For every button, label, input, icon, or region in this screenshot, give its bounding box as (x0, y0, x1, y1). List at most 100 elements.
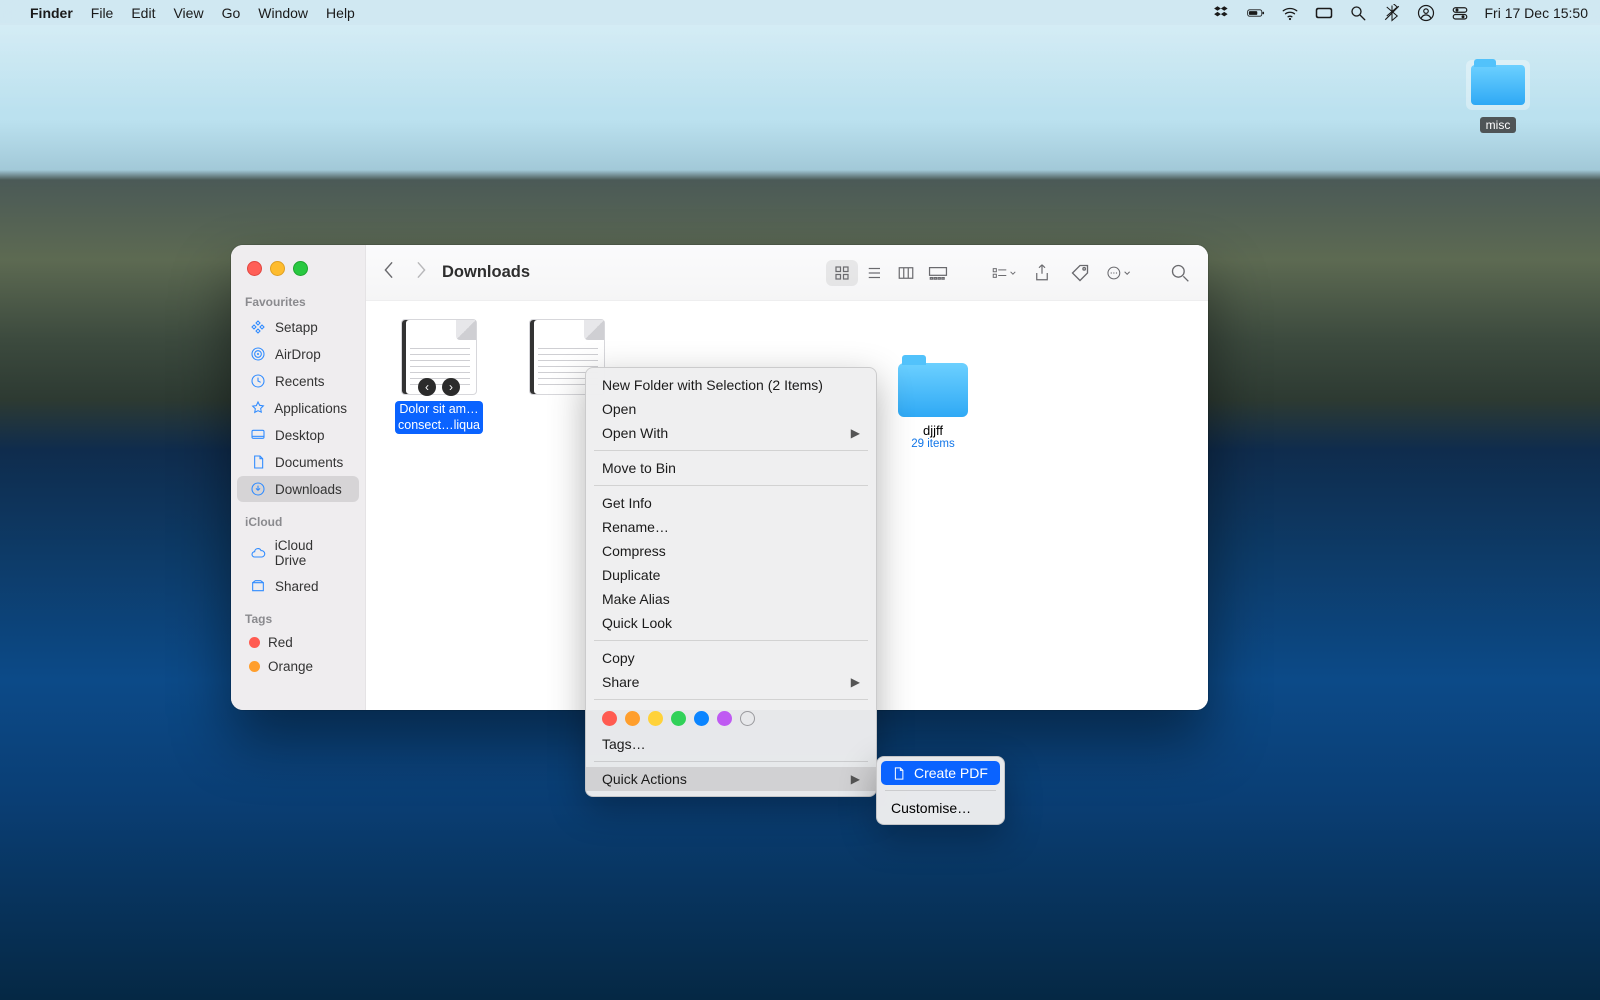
separator (594, 640, 868, 641)
qa-customise[interactable]: Customise… (881, 796, 1000, 820)
share-button[interactable] (1030, 261, 1054, 285)
menubar-clock[interactable]: Fri 17 Dec 15:50 (1485, 5, 1589, 21)
sidebar-item-icloud-drive[interactable]: iCloud Drive (237, 534, 359, 572)
sidebar-item-label: Desktop (275, 428, 325, 443)
separator (885, 790, 996, 791)
sidebar-item-label: Applications (274, 401, 347, 416)
ctx-rename[interactable]: Rename… (586, 515, 876, 539)
folder-item-djjff[interactable]: djjff 29 items (878, 363, 988, 450)
forward-button[interactable] (414, 261, 428, 284)
submenu-label: Create PDF (914, 765, 988, 781)
finder-toolbar: Downloads (366, 245, 1208, 301)
chevron-right-icon: ▶ (851, 426, 860, 440)
wifi-icon[interactable] (1281, 4, 1299, 22)
documents-icon (249, 453, 267, 471)
tag-color-yellow[interactable] (648, 711, 663, 726)
quick-actions-submenu: Create PDF Customise… (876, 756, 1005, 825)
menu-window[interactable]: Window (258, 5, 308, 21)
tags-button[interactable] (1068, 261, 1092, 285)
tag-color-red[interactable] (602, 711, 617, 726)
downloads-icon (249, 480, 267, 498)
minimize-button[interactable] (270, 261, 285, 276)
tag-color-orange[interactable] (625, 711, 640, 726)
ctx-make-alias[interactable]: Make Alias (586, 587, 876, 611)
tag-color-green[interactable] (671, 711, 686, 726)
sidebar-item-label: Shared (275, 579, 319, 594)
sidebar-item-applications[interactable]: Applications (237, 395, 359, 421)
menubar: Finder File Edit View Go Window Help Fri… (0, 0, 1600, 25)
list-view-button[interactable] (858, 260, 890, 286)
tag-dot-icon (249, 637, 260, 648)
keyboard-icon[interactable] (1315, 4, 1333, 22)
icloud-icon (249, 544, 267, 562)
desktop-folder-misc[interactable]: misc (1461, 60, 1535, 134)
ctx-move-to-bin[interactable]: Move to Bin (586, 456, 876, 480)
app-name[interactable]: Finder (30, 5, 73, 21)
context-menu: New Folder with Selection (2 Items) Open… (585, 367, 877, 797)
dropbox-icon[interactable] (1213, 4, 1231, 22)
sidebar-item-label: AirDrop (275, 347, 321, 362)
control-center-icon[interactable] (1451, 4, 1469, 22)
bluetooth-off-icon[interactable] (1383, 4, 1401, 22)
menu-view[interactable]: View (173, 5, 203, 21)
sidebar-item-recents[interactable]: Recents (237, 368, 359, 394)
sidebar-item-documents[interactable]: Documents (237, 449, 359, 475)
separator (594, 761, 868, 762)
applications-icon (249, 399, 266, 417)
ctx-copy[interactable]: Copy (586, 646, 876, 670)
ctx-share[interactable]: Share▶ (586, 670, 876, 694)
submenu-label: Customise… (891, 800, 971, 816)
column-view-button[interactable] (890, 260, 922, 286)
search-button[interactable] (1168, 261, 1192, 285)
ctx-quick-look[interactable]: Quick Look (586, 611, 876, 635)
ctx-new-folder-with-selection[interactable]: New Folder with Selection (2 Items) (586, 373, 876, 397)
sidebar-item-shared[interactable]: Shared (237, 573, 359, 599)
ctx-quick-actions[interactable]: Quick Actions▶ (586, 767, 876, 791)
ctx-open[interactable]: Open (586, 397, 876, 421)
tag-color-blue[interactable] (694, 711, 709, 726)
ctx-duplicate[interactable]: Duplicate (586, 563, 876, 587)
sidebar-tag-orange[interactable]: Orange (237, 655, 359, 678)
tag-color-purple[interactable] (717, 711, 732, 726)
window-controls (247, 261, 308, 276)
ctx-tags[interactable]: Tags… (586, 732, 876, 756)
gallery-view-button[interactable] (922, 260, 954, 286)
group-button[interactable] (992, 261, 1016, 285)
file-item-selected-1[interactable]: ‹› Dolor sit am… consect…liqua (392, 319, 486, 434)
recents-icon (249, 372, 267, 390)
tag-dot-icon (249, 661, 260, 672)
icon-view-button[interactable] (826, 260, 858, 286)
sidebar-item-label: Red (268, 635, 293, 650)
sidebar-item-label: Recents (275, 374, 325, 389)
finder-sidebar: Favourites Setapp AirDrop Recents Applic… (231, 245, 366, 710)
sidebar-item-label: Setapp (275, 320, 318, 335)
more-button[interactable] (1106, 261, 1130, 285)
menu-go[interactable]: Go (222, 5, 241, 21)
qa-create-pdf[interactable]: Create PDF (881, 761, 1000, 785)
battery-icon[interactable] (1247, 4, 1265, 22)
desktop-folder-label: misc (1480, 117, 1517, 133)
separator (594, 485, 868, 486)
sidebar-tag-red[interactable]: Red (237, 631, 359, 654)
close-button[interactable] (247, 261, 262, 276)
zoom-button[interactable] (293, 261, 308, 276)
menu-edit[interactable]: Edit (131, 5, 155, 21)
quicklook-arrows[interactable]: ‹› (418, 378, 460, 396)
menu-help[interactable]: Help (326, 5, 355, 21)
ctx-get-info[interactable]: Get Info (586, 491, 876, 515)
ctx-compress[interactable]: Compress (586, 539, 876, 563)
sidebar-item-downloads[interactable]: Downloads (237, 476, 359, 502)
folder-item-count: 29 items (878, 438, 988, 450)
tag-color-none[interactable] (740, 711, 755, 726)
sidebar-item-airdrop[interactable]: AirDrop (237, 341, 359, 367)
menu-file[interactable]: File (91, 5, 114, 21)
user-icon[interactable] (1417, 4, 1435, 22)
sidebar-item-desktop[interactable]: Desktop (237, 422, 359, 448)
back-button[interactable] (382, 261, 396, 284)
sidebar-section-favourites: Favourites (231, 293, 365, 313)
ctx-open-with[interactable]: Open With▶ (586, 421, 876, 445)
view-switcher (826, 260, 954, 286)
spotlight-icon[interactable] (1349, 4, 1367, 22)
sidebar-item-setapp[interactable]: Setapp (237, 314, 359, 340)
folder-icon (1466, 60, 1530, 110)
